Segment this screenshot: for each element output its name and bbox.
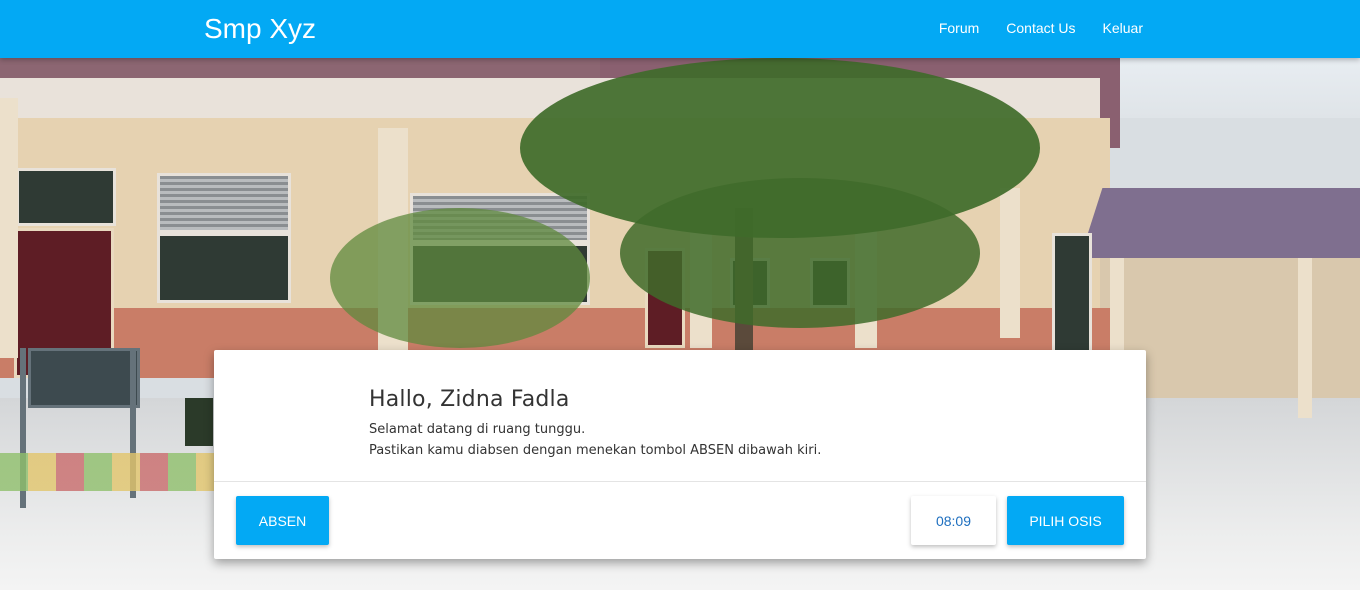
instruction-text: Pastikan kamu diabsen dengan menekan tom… — [369, 443, 822, 458]
navbar: Smp Xyz Forum Contact Us Keluar — [0, 0, 1360, 58]
time-button[interactable]: 08:09 — [911, 496, 996, 545]
nav-links: Forum Contact Us Keluar — [939, 20, 1143, 36]
welcome-card: Hallo, Zidna Fadla Selamat datang di rua… — [214, 350, 1146, 559]
welcome-text: Selamat datang di ruang tunggu. — [369, 422, 586, 437]
absen-button[interactable]: ABSEN — [236, 496, 329, 545]
greeting-title: Hallo, Zidna Fadla — [369, 387, 570, 412]
page-footer-strip — [0, 590, 1360, 604]
nav-logout-link[interactable]: Keluar — [1103, 20, 1143, 36]
pilih-osis-button[interactable]: PILIH OSIS — [1007, 496, 1124, 545]
nav-forum-link[interactable]: Forum — [939, 20, 979, 36]
nav-contact-us-link[interactable]: Contact Us — [1006, 20, 1075, 36]
brand-link[interactable]: Smp Xyz — [204, 13, 316, 45]
card-divider — [214, 481, 1146, 482]
